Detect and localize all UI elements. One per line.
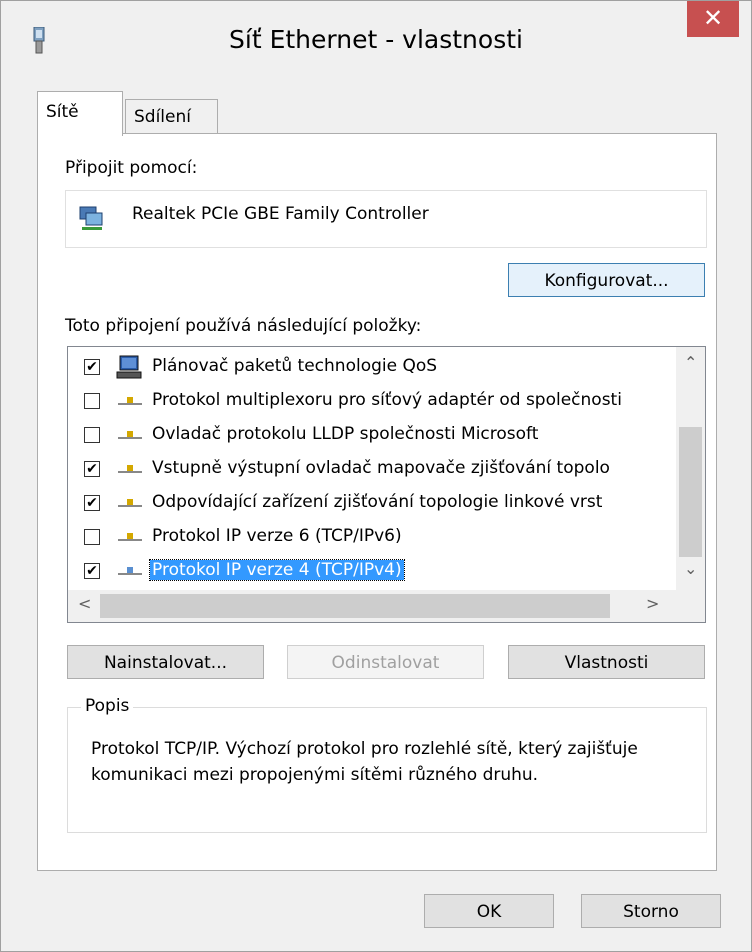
list-item[interactable]: ✔ Plánovač paketů technologie QoS: [68, 351, 668, 383]
install-button-label: Nainstalovat...: [103, 653, 228, 673]
checkbox[interactable]: ✔: [84, 461, 100, 477]
tab-networking[interactable]: Sítě: [37, 91, 123, 136]
items-label: Toto připojení používá následující polož…: [65, 316, 422, 336]
list-item-label: Ovladač protokolu LLDP společnosti Micro…: [152, 424, 539, 444]
connect-using-label: Připojit pomocí:: [65, 158, 198, 178]
list-item[interactable]: Protokol multiplexoru pro síťový adaptér…: [68, 385, 668, 417]
list-item[interactable]: Protokol IP verze 6 (TCP/IPv6): [68, 521, 668, 553]
window-title: Síť Ethernet - vlastnosti: [229, 25, 523, 54]
scroll-left-icon[interactable]: <: [78, 594, 91, 613]
title-bar[interactable]: Síť Ethernet - vlastnosti ✕: [1, 1, 751, 83]
list-item-label: Odpovídající zařízení zjišťování topolog…: [152, 492, 603, 512]
qos-scheduler-icon: [116, 355, 142, 379]
checkbox[interactable]: [84, 427, 100, 443]
description-legend: Popis: [81, 696, 134, 716]
properties-button-label: Vlastnosti: [564, 653, 649, 673]
protocol-icon: [118, 533, 142, 541]
properties-button[interactable]: Vlastnosti: [508, 645, 705, 679]
uninstall-button[interactable]: Odinstalovat: [287, 645, 484, 679]
components-list[interactable]: ✔ Plánovač paketů technologie QoS Protok…: [67, 346, 706, 623]
install-button[interactable]: Nainstalovat...: [67, 645, 264, 679]
cancel-button[interactable]: Storno: [581, 894, 721, 928]
vertical-scroll-thumb[interactable]: [679, 427, 702, 557]
horizontal-scroll-thumb[interactable]: [100, 594, 610, 618]
scroll-down-icon[interactable]: ⌄: [684, 559, 697, 578]
adapter-box: Realtek PCIe GBE Family Controller: [65, 190, 707, 248]
tab-sharing-label: Sdílení: [134, 107, 191, 127]
checkbox[interactable]: [84, 393, 100, 409]
scroll-up-icon[interactable]: ⌃: [684, 353, 697, 372]
list-item-label: Protokol IP verze 6 (TCP/IPv6): [152, 526, 402, 546]
close-icon: ✕: [702, 4, 724, 32]
list-item-label: Protokol multiplexoru pro síťový adaptér…: [152, 390, 622, 410]
protocol-icon: [118, 397, 142, 405]
checkbox[interactable]: [84, 529, 100, 545]
checkbox[interactable]: ✔: [84, 563, 100, 579]
list-item[interactable]: ✔ Odpovídající zařízení zjišťování topol…: [68, 487, 668, 519]
ok-button[interactable]: OK: [424, 894, 554, 928]
configure-button-label: Konfigurovat...: [544, 271, 669, 291]
list-item-label: Plánovač paketů technologie QoS: [152, 356, 438, 376]
vertical-scrollbar[interactable]: ⌃ ⌄: [676, 347, 705, 590]
tab-networking-label: Sítě: [46, 102, 79, 122]
uninstall-button-label: Odinstalovat: [331, 653, 440, 673]
properties-dialog: Síť Ethernet - vlastnosti ✕ Sítě Sdílení…: [0, 0, 752, 952]
checkbox[interactable]: ✔: [84, 495, 100, 511]
protocol-icon: [118, 567, 142, 575]
configure-button[interactable]: Konfigurovat...: [508, 263, 705, 297]
horizontal-scrollbar[interactable]: < >: [68, 590, 705, 622]
list-item[interactable]: ✔ Vstupně výstupní ovladač mapovače zjiš…: [68, 453, 668, 485]
adapter-name: Realtek PCIe GBE Family Controller: [132, 204, 429, 224]
list-item[interactable]: Ovladač protokolu LLDP společnosti Micro…: [68, 419, 668, 451]
network-card-icon: [79, 206, 103, 230]
description-text: Protokol TCP/IP. Výchozí protokol pro ro…: [91, 739, 638, 785]
list-item-label: Protokol IP verze 4 (TCP/IPv4): [149, 559, 405, 581]
list-item-label: Vstupně výstupní ovladač mapovače zjišťo…: [152, 458, 610, 478]
scroll-right-icon[interactable]: >: [646, 594, 659, 613]
close-button[interactable]: ✕: [687, 1, 739, 37]
tab-sharing[interactable]: Sdílení: [125, 99, 218, 135]
protocol-icon: [118, 499, 142, 507]
checkbox[interactable]: ✔: [84, 359, 100, 375]
cancel-button-label: Storno: [623, 902, 679, 922]
list-item-selected[interactable]: ✔ Protokol IP verze 4 (TCP/IPv4): [68, 555, 668, 587]
protocol-icon: [118, 465, 142, 473]
protocol-icon: [118, 431, 142, 439]
ok-button-label: OK: [476, 902, 502, 922]
